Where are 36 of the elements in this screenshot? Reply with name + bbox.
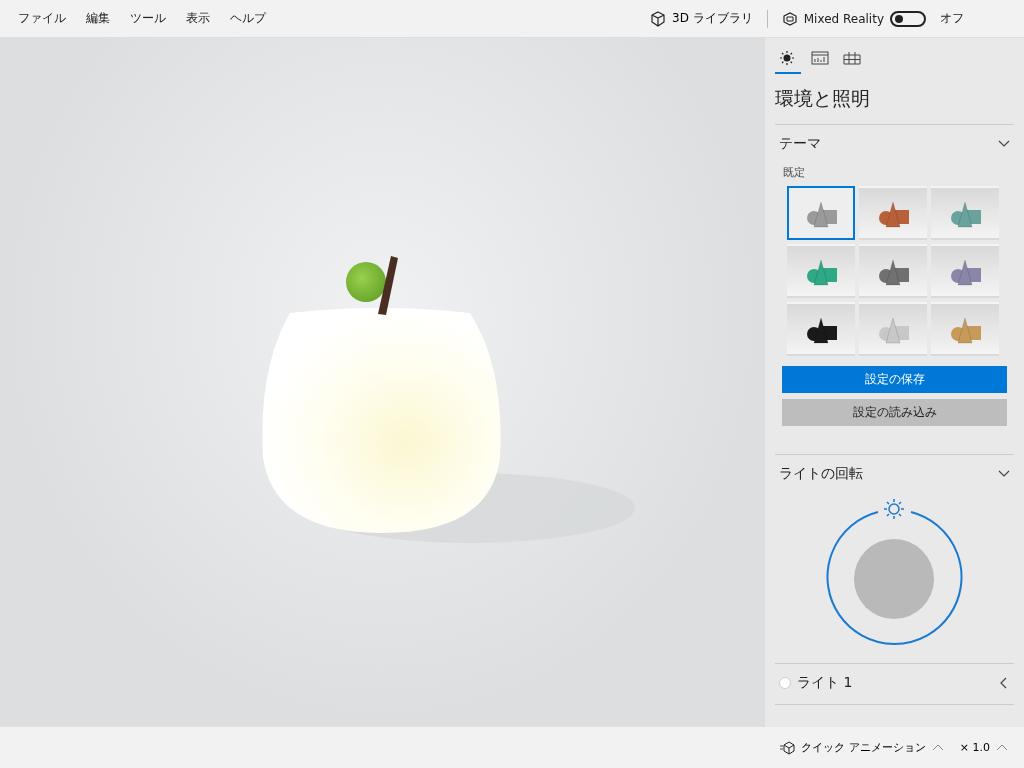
- theme-thumbnail[interactable]: [931, 244, 999, 298]
- animation-icon: [779, 739, 796, 756]
- light-label: ライト 1: [797, 674, 854, 692]
- menu-item[interactable]: ツール: [122, 6, 174, 31]
- grid-icon: [843, 50, 861, 66]
- menu-item[interactable]: ヘルプ: [222, 6, 274, 31]
- sun-icon: [779, 50, 797, 66]
- theme-thumbnail[interactable]: [859, 186, 927, 240]
- theme-thumbnail[interactable]: [931, 186, 999, 240]
- panel-title: 環境と照明: [775, 86, 871, 111]
- mixed-reality-label: Mixed Reality: [803, 11, 884, 26]
- speed-button[interactable]: × 1.0: [955, 739, 1012, 756]
- theme-thumbnail[interactable]: [931, 302, 999, 356]
- quick-animation-button[interactable]: クイック アニメーション: [775, 737, 948, 758]
- theme-group-label: 既定: [783, 165, 806, 180]
- headset-icon: [781, 10, 798, 27]
- toggle-state-text: オフ: [940, 10, 964, 27]
- cube-icon: [650, 10, 667, 27]
- section-heading: テーマ: [779, 135, 821, 153]
- theme-thumbnail[interactable]: [787, 302, 855, 356]
- chart-icon: [811, 50, 829, 66]
- menu-item[interactable]: ファイル: [10, 6, 74, 31]
- save-settings-button[interactable]: 設定の保存: [782, 366, 1007, 393]
- theme-thumbnail[interactable]: [787, 186, 855, 240]
- library-button[interactable]: 3D ライブラリ: [644, 6, 759, 31]
- theme-thumbnail[interactable]: [787, 244, 855, 298]
- radio-icon[interactable]: [779, 677, 791, 689]
- load-settings-button[interactable]: 設定の読み込み: [782, 399, 1007, 426]
- section-heading: ライトの回転: [779, 465, 863, 483]
- mixed-reality-toggle[interactable]: [890, 10, 926, 27]
- caret-up-icon: [931, 743, 944, 752]
- menu-item[interactable]: 表示: [178, 6, 218, 31]
- caret-up-icon: [996, 743, 1008, 752]
- menu-item[interactable]: 編集: [78, 6, 118, 31]
- theme-thumbnail[interactable]: [859, 244, 927, 298]
- theme-thumbnail[interactable]: [859, 302, 927, 356]
